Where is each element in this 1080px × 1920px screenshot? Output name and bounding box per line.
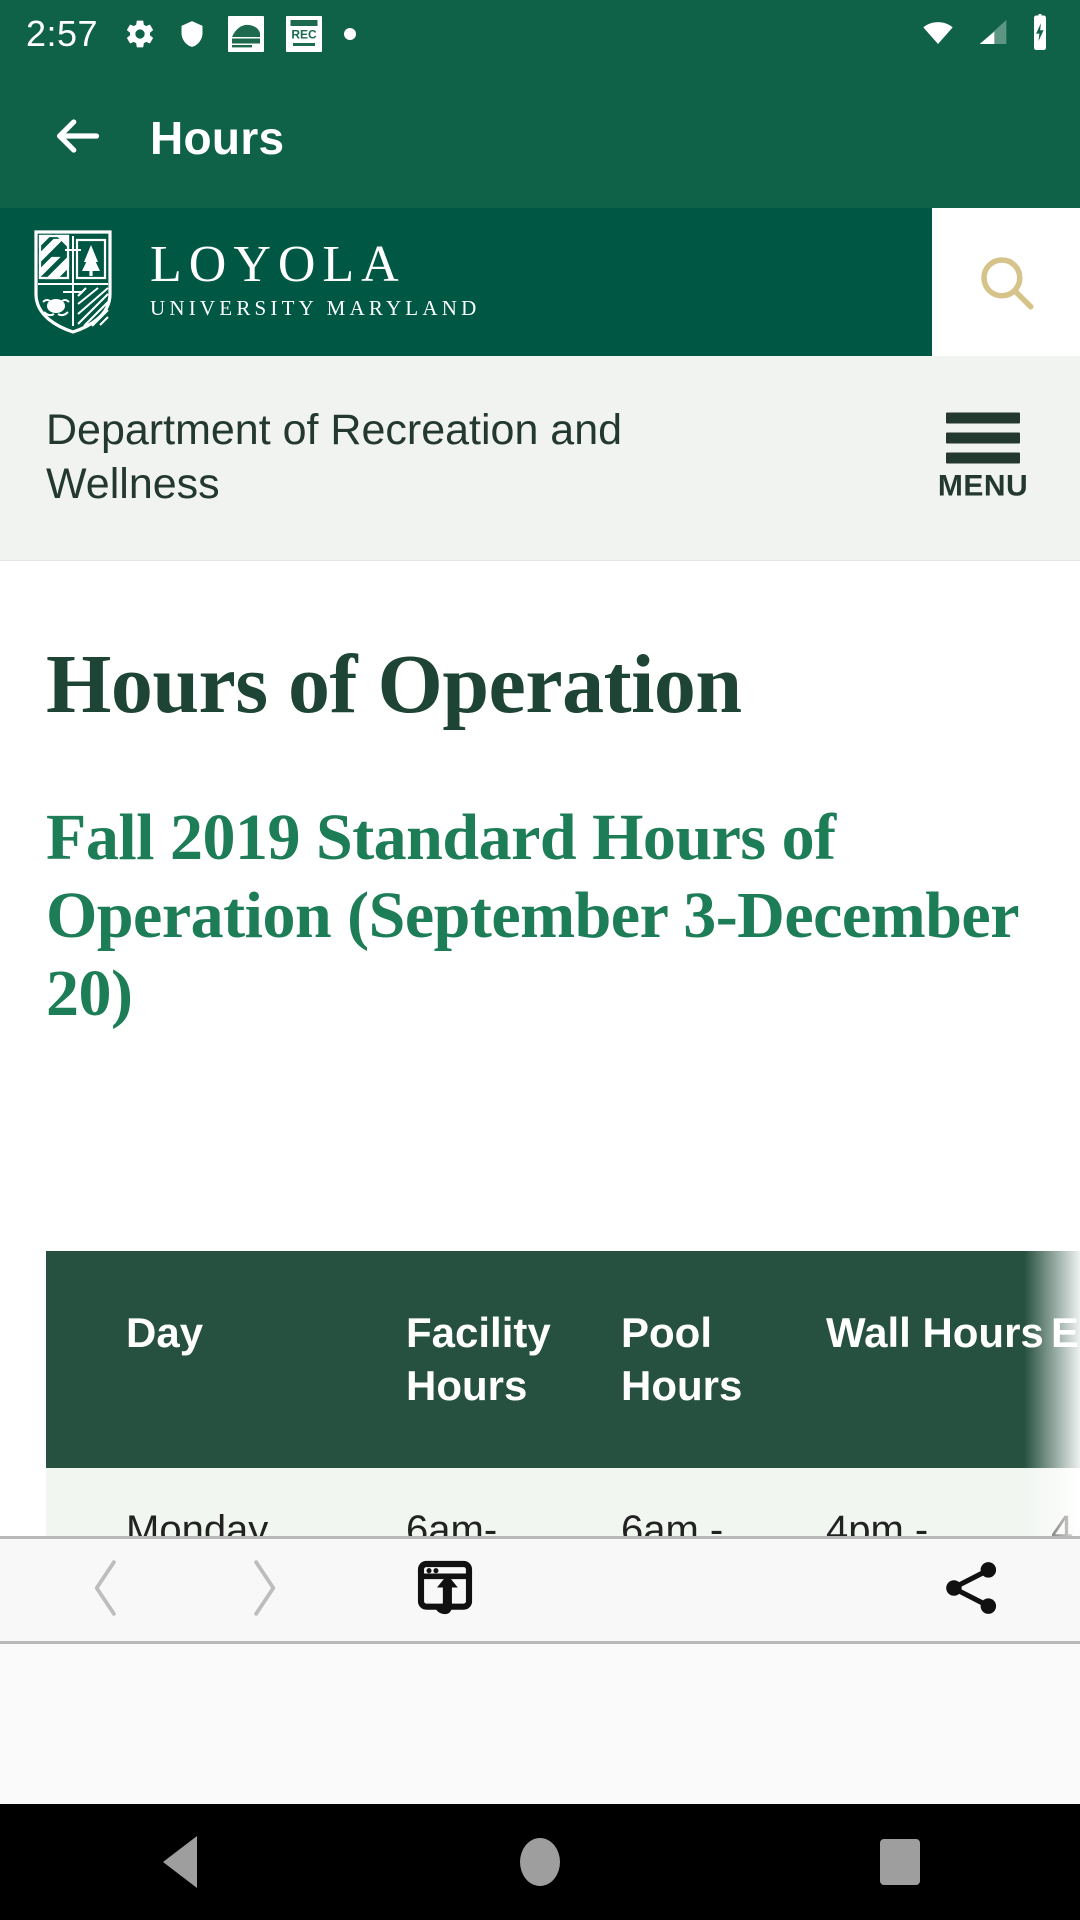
search-button[interactable] [932, 208, 1080, 356]
department-bar: Department of Recreation and Wellness ME… [0, 356, 1080, 561]
status-bar: 2:57 REC [0, 0, 1080, 68]
hamburger-menu-icon [946, 412, 1020, 464]
table-header-row: Day Facility Hours Pool Hours Wall Hours… [46, 1251, 1080, 1468]
back-button[interactable] [42, 103, 112, 173]
column-header-wall-hours: Wall Hours [826, 1251, 1051, 1468]
hours-table-body: Monday 6am- 6am - 4pm - 4 [46, 1468, 1080, 1536]
android-back-button[interactable] [115, 1804, 245, 1920]
browser-forward-button[interactable] [228, 1555, 298, 1625]
hours-table: Day Facility Hours Pool Hours Wall Hours… [46, 1251, 1080, 1536]
column-header-pool-hours: Pool Hours [621, 1251, 826, 1468]
table-row: Monday 6am- 6am - 4pm - 4 [46, 1468, 1080, 1536]
app-bar: Hours [0, 68, 1080, 208]
svg-text:REC: REC [291, 28, 317, 42]
app-bar-title: Hours [150, 112, 285, 164]
column-header-day: Day [46, 1251, 406, 1468]
page-subtitle: Fall 2019 Standard Hours of Operation (S… [46, 801, 1018, 1030]
android-home-button[interactable] [475, 1804, 605, 1920]
hours-table-head: Day Facility Hours Pool Hours Wall Hours… [46, 1251, 1080, 1468]
battery-charging-icon [1028, 13, 1052, 55]
status-bar-system-icons [918, 13, 1052, 55]
nav-recents-square-icon [880, 1839, 920, 1885]
menu-button[interactable]: MENU [924, 412, 1042, 504]
open-in-browser-icon [413, 1556, 477, 1625]
cell-pool-hours: 6am - [621, 1468, 826, 1536]
cell-facility-hours: 6am- [406, 1468, 621, 1536]
page-bottom-blank-area [0, 1644, 1080, 1804]
cell-day: Monday [46, 1468, 406, 1536]
campus-rec-app-icon: REC [286, 16, 323, 52]
shield-icon [178, 17, 206, 51]
dot-indicator-icon [344, 28, 357, 40]
page-title: Hours of Operation [46, 638, 742, 731]
page-content: Hours of Operation Fall 2019 Standard Ho… [0, 561, 1080, 1536]
chevron-right-icon [241, 1557, 285, 1624]
nav-home-circle-icon [520, 1838, 560, 1886]
menu-button-label: MENU [937, 469, 1029, 503]
android-recents-button[interactable] [835, 1804, 965, 1920]
loyola-logo[interactable]: LOYOLA UNIVERSITY MARYLAND [34, 230, 480, 334]
campus-recreation-app-icon [228, 16, 265, 52]
nav-back-triangle-icon [163, 1836, 197, 1888]
chevron-left-icon [85, 1557, 129, 1624]
column-header-facility-hours: Facility Hours [406, 1251, 621, 1468]
loyola-wordmark: LOYOLA UNIVERSITY MARYLAND [150, 239, 480, 325]
status-bar-notification-icons: REC [124, 16, 357, 52]
share-button[interactable] [934, 1553, 1008, 1627]
status-bar-clock: 2:57 [26, 13, 99, 54]
loyola-shield-icon [34, 230, 112, 334]
wifi-icon [918, 16, 958, 53]
browser-toolbar [0, 1536, 1080, 1644]
gear-icon [124, 18, 156, 50]
wordmark-university-maryland: UNIVERSITY MARYLAND [150, 296, 481, 321]
hours-table-scroll-container[interactable]: Day Facility Hours Pool Hours Wall Hours… [46, 1251, 1080, 1536]
android-navigation-bar [0, 1804, 1080, 1920]
share-icon [939, 1556, 1003, 1625]
open-in-browser-button[interactable] [408, 1553, 482, 1627]
department-title: Department of Recreation and Wellness [46, 406, 623, 508]
browser-back-button[interactable] [72, 1555, 142, 1625]
search-icon [973, 249, 1039, 315]
cellular-signal-icon [974, 16, 1012, 53]
cell-wall-hours: 4pm - [826, 1468, 1051, 1536]
cell-extra: 4 [1051, 1468, 1080, 1536]
column-header-extra: E [1051, 1251, 1080, 1468]
arrow-left-icon [46, 110, 108, 167]
screen-root: 2:57 REC Hours LOYOLA UNIVERSITY MARYLAN… [0, 0, 1080, 1920]
site-header: LOYOLA UNIVERSITY MARYLAND [0, 208, 1080, 356]
wordmark-loyola: LOYOLA [150, 236, 406, 294]
